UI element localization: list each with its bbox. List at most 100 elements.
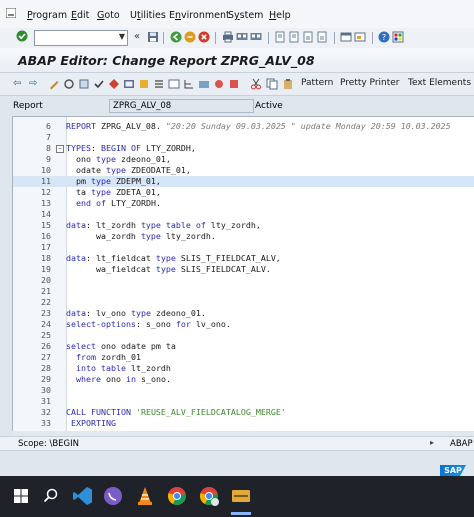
object-list-icon[interactable] [153,78,165,90]
line-number: 10 [41,165,51,175]
code-line[interactable]: 25 [13,330,474,341]
code-line[interactable]: 32 CALL FUNCTION 'REUSE_ALV_FIELDCATALOG_… [13,407,474,418]
code-line[interactable]: 12 ta type ZDETA_01, [13,187,474,198]
active-inactive-icon[interactable] [63,78,75,90]
display-change-icon[interactable] [48,78,60,90]
display-icon[interactable] [198,78,210,90]
exit-icon[interactable] [184,31,196,43]
command-field[interactable]: ▼ [34,30,128,46]
code-line[interactable]: 9 ono type zdeono_01, [13,154,474,165]
text-elements-button[interactable]: Text Elements [408,78,471,88]
forward-arrow-icon[interactable]: ⇨ [29,78,41,90]
previous-page-icon[interactable] [288,31,300,43]
windows-start-icon[interactable] [10,485,32,507]
cut-icon[interactable] [250,78,262,90]
toolbar-separator [215,32,216,44]
pattern-button[interactable]: Pattern [301,78,333,88]
vscode-icon[interactable] [72,485,94,507]
last-page-icon[interactable] [316,31,328,43]
code-line[interactable]: 22 [13,297,474,308]
code-text: TYPES: BEGIN OF LTY_ZORDH, [66,143,196,153]
line-number: 15 [41,220,51,230]
code-line[interactable]: 6 REPORT ZPRG_ALV_08. "20:20 Sunday 09.03… [13,121,474,132]
menu-goto[interactable]: Goto [97,10,120,21]
find-next-icon[interactable] [250,31,262,43]
code-line[interactable]: 18 data: lt_fieldcat type SLIS_T_FIELDCAT… [13,253,474,264]
viber-icon[interactable] [102,485,124,507]
menu-program[interactable]: Program [27,10,67,21]
code-text: data: lt_fieldcat type SLIS_T_FIELDCAT_A… [66,253,281,263]
print-icon[interactable] [222,31,234,43]
system-indicator: ABAP [450,439,473,449]
code-line[interactable]: 16 wa_zordh type lty_zordh. [13,231,474,242]
customize-layout-icon[interactable] [392,31,404,43]
tree-icon[interactable] [183,78,195,90]
chevron-down-icon[interactable]: ▼ [119,32,125,41]
line-number: 31 [41,396,51,406]
menu-system[interactable]: System [228,10,263,21]
code-line[interactable]: 33 EXPORTING [13,418,474,429]
code-line[interactable]: 7 [13,132,474,143]
breakpoint-icon[interactable] [228,78,240,90]
code-line[interactable]: 30 [13,385,474,396]
other-object-icon[interactable] [78,78,90,90]
cancel-icon[interactable] [198,31,210,43]
code-line[interactable]: 11 pm type ZDEPM_01, [13,176,474,187]
menu-environment[interactable]: Environment [169,10,230,21]
copy-icon[interactable] [266,78,278,90]
vlc-icon[interactable] [134,485,156,507]
code-line[interactable]: 17 [13,242,474,253]
test-icon[interactable] [123,78,135,90]
line-number: 28 [41,363,51,373]
back-arrow-icon[interactable]: ⇦ [13,78,25,90]
code-line[interactable]: 23 data: lv_ono type zdeono_01. [13,308,474,319]
code-line[interactable]: 15 data: lt_zordh type table of lty_zordh… [13,220,474,231]
activate-icon[interactable] [108,78,120,90]
report-name-field[interactable]: ZPRG_ALV_08 [109,99,254,113]
code-line[interactable]: 19 wa_fieldcat type SLIS_FIELDCAT_ALV. [13,264,474,275]
code-line[interactable]: 21 [13,286,474,297]
code-line[interactable]: 28 into table lt_zordh [13,363,474,374]
code-line[interactable]: 8− TYPES: BEGIN OF LTY_ZORDH, [13,143,474,154]
code-line[interactable]: 26 select ono odate pm ta [13,341,474,352]
next-page-icon[interactable] [302,31,314,43]
chrome-icon[interactable] [166,485,188,507]
enter-check-icon[interactable] [16,30,28,42]
collapse-block-icon[interactable]: − [56,145,64,153]
save-icon[interactable] [147,31,159,43]
first-page-icon[interactable] [274,31,286,43]
search-icon[interactable] [40,485,62,507]
line-number: 7 [46,132,51,142]
code-line[interactable]: 14 [13,209,474,220]
menu-help[interactable]: Help [269,10,291,21]
toolbar-separator [372,32,373,44]
line-number: 22 [41,297,51,307]
chevron-right-icon[interactable]: ▸ [430,438,434,447]
code-line[interactable]: 24 select-options: s_ono for lv_ono. [13,319,474,330]
pretty-printer-button[interactable]: Pretty Printer [340,78,400,88]
check-syntax-icon[interactable] [93,78,105,90]
footer-area [0,450,474,477]
navigation-window-icon[interactable] [168,78,180,90]
find-icon[interactable] [236,31,248,43]
where-used-icon[interactable] [138,78,150,90]
sap-gui-icon[interactable] [230,485,252,507]
paste-icon[interactable] [282,78,294,90]
code-line[interactable]: 20 [13,275,474,286]
chrome-profile-icon[interactable] [198,485,220,507]
menu-edit[interactable]: Edit [71,10,89,21]
code-editor[interactable]: 6 REPORT ZPRG_ALV_08. "20:20 Sunday 09.03… [12,116,474,433]
double-chevron-left-icon[interactable]: « [134,31,146,43]
new-session-icon[interactable] [340,31,352,43]
back-icon[interactable] [170,31,182,43]
code-line[interactable]: 13 end of LTY_ZORDH. [13,198,474,209]
menu-icon[interactable] [6,8,16,18]
code-line[interactable]: 29 where ono in s_ono. [13,374,474,385]
code-line[interactable]: 31 [13,396,474,407]
debug-icon[interactable] [213,78,225,90]
menu-utilities[interactable]: Utilities [130,10,166,21]
shortcut-icon[interactable] [354,31,366,43]
help-icon[interactable]: ? [378,31,390,43]
code-line[interactable]: 10 odate type ZDEODATE_01, [13,165,474,176]
code-line[interactable]: 27 from zordh_01 [13,352,474,363]
